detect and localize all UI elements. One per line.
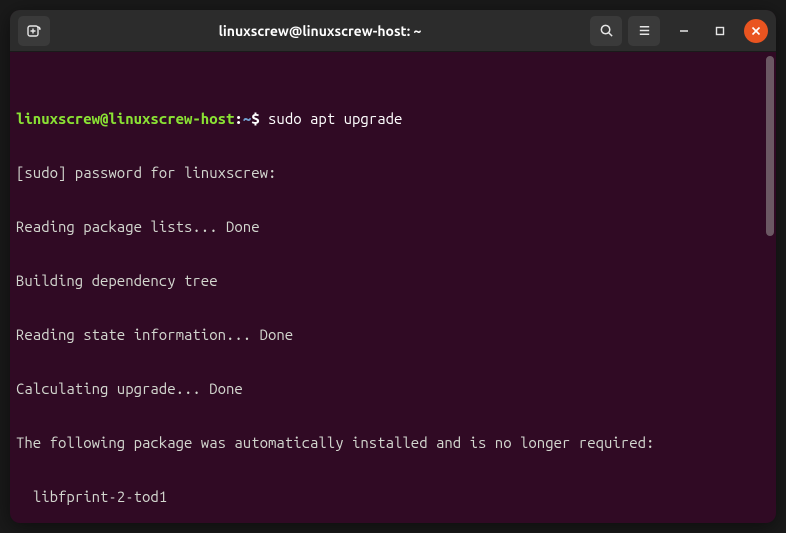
output-line: Reading state information... Done [16,326,770,344]
terminal-body[interactable]: linuxscrew@linuxscrew-host:~$ sudo apt u… [10,52,776,523]
output-line: Building dependency tree [16,272,770,290]
maximize-button[interactable] [708,19,732,43]
search-button[interactable] [590,16,622,46]
output-line: Calculating upgrade... Done [16,380,770,398]
close-icon [751,26,761,36]
new-tab-icon [26,23,42,39]
terminal-window: linuxscrew@linuxscrew-host: ~ [10,10,776,523]
window-controls [672,19,768,43]
prompt-colon: : [234,110,242,127]
prompt-line-1: linuxscrew@linuxscrew-host:~$ sudo apt u… [16,110,770,128]
output-line: [sudo] password for linuxscrew: [16,164,770,182]
new-tab-button[interactable] [18,16,50,46]
command-text: sudo apt upgrade [268,110,402,127]
prompt-symbol: $ [251,110,259,127]
close-button[interactable] [744,19,768,43]
menu-button[interactable] [628,16,660,46]
output-line: The following package was automatically … [16,434,770,452]
window-title: linuxscrew@linuxscrew-host: ~ [56,23,584,39]
prompt-user-host: linuxscrew@linuxscrew-host [16,110,234,127]
output-line: Reading package lists... Done [16,218,770,236]
maximize-icon [715,26,725,36]
output-line: libfprint-2-tod1 [16,488,770,506]
scrollbar-thumb[interactable] [766,56,774,236]
hamburger-icon [637,23,652,38]
prompt-path: ~ [243,110,251,127]
titlebar: linuxscrew@linuxscrew-host: ~ [10,10,776,52]
minimize-button[interactable] [672,19,696,43]
minimize-icon [679,26,689,36]
search-icon [599,23,614,38]
